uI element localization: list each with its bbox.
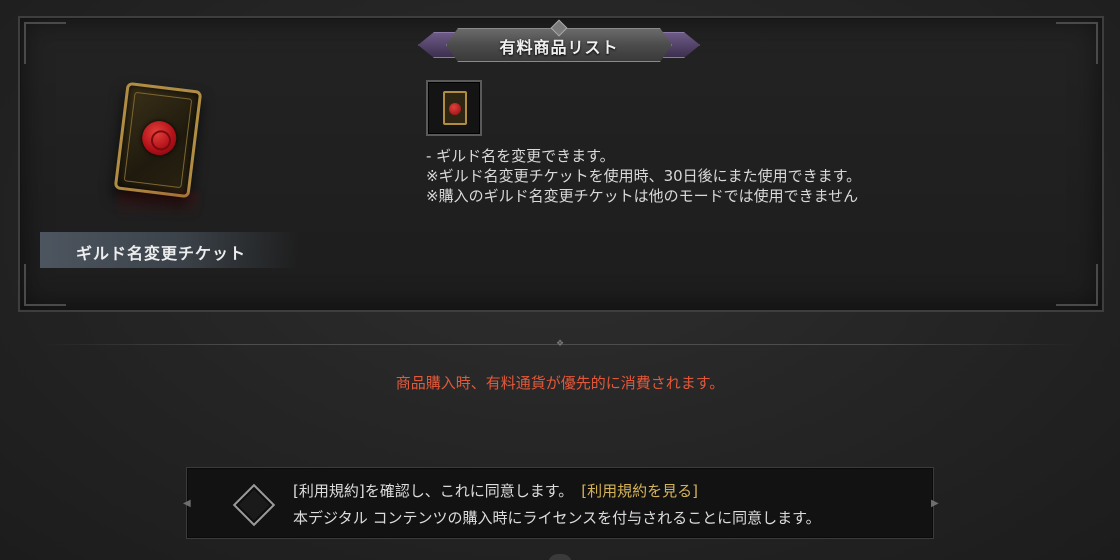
divider-ornament-icon: ❖ — [555, 339, 565, 349]
agreement-line-1: [利用規約]を確認し、これに同意します。 [利用規約を見る] — [293, 480, 698, 501]
ticket-card-image — [113, 81, 203, 199]
terms-agreement-box[interactable]: ◀ ▶ [利用規約]を確認し、これに同意します。 [利用規約を見る] 本デジタル … — [183, 467, 939, 539]
product-description: - ギルド名を変更できます。 ※ギルド名変更チケットを使用時、30日後にまた使用… — [426, 146, 1026, 206]
agree-checkbox[interactable] — [232, 483, 276, 527]
product-name: ギルド名変更チケット — [76, 244, 247, 263]
product-name-plate: ギルド名変更チケット — [40, 232, 298, 268]
box-edge-ornament: ◀ — [183, 498, 191, 509]
guild-name-ticket-icon — [113, 81, 203, 199]
card-reflection — [118, 192, 198, 218]
panel-title: 有料商品リスト — [499, 38, 619, 57]
guild-name-ticket-icon — [443, 91, 467, 125]
description-line: ※購入のギルド名変更チケットは他のモードでは使用できません — [426, 187, 859, 205]
agreement-line-2: 本デジタル コンテンツの購入時にライセンスを付与されることに同意します。 — [293, 509, 821, 527]
panel-corner-ornament — [1056, 264, 1098, 306]
description-line: - ギルド名を変更できます。 — [426, 147, 615, 165]
panel-corner-ornament — [24, 264, 66, 306]
view-terms-link[interactable]: [利用規約を見る] — [581, 482, 698, 500]
product-thumbnail[interactable] — [426, 80, 482, 136]
panel-title-banner: 有料商品リスト — [418, 19, 700, 70]
panel-corner-ornament — [1056, 22, 1098, 64]
panel-corner-ornament — [24, 22, 66, 64]
description-line: ※ギルド名変更チケットを使用時、30日後にまた使用できます。 — [426, 167, 862, 185]
currency-notice: 商品購入時、有料通貨が優先的に消費されます。 — [395, 374, 725, 392]
agreement-text: [利用規約]を確認し、これに同意します。 — [293, 482, 574, 500]
box-edge-ornament: ▶ — [931, 498, 939, 509]
bottom-ornament — [548, 554, 572, 560]
wax-seal-icon — [449, 103, 461, 115]
